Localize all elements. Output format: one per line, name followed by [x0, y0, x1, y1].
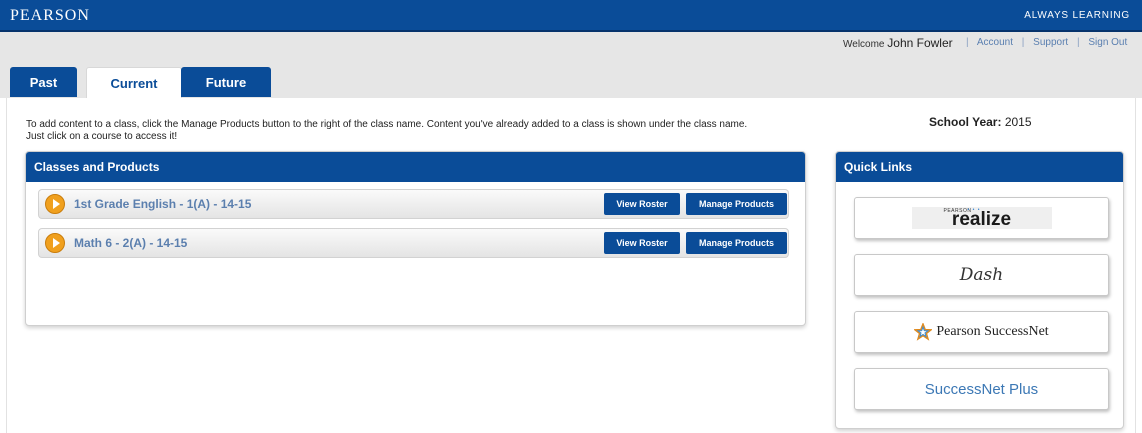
pearson-logo[interactable]: PEARSON	[10, 7, 90, 25]
successnet-star-icon	[914, 323, 933, 341]
classes-panel: Classes and Products 1st Grade English -…	[25, 151, 806, 326]
dash-wordmark: Dash	[959, 265, 1004, 285]
successnet-plus-wordmark: SuccessNet Plus	[924, 380, 1039, 398]
tab-past[interactable]: Past	[10, 67, 77, 97]
successnet-wordmark: Pearson SuccessNet	[936, 324, 1049, 339]
welcome-message: Welcome John Fowler	[843, 36, 953, 50]
view-roster-button[interactable]: View Roster	[604, 193, 680, 215]
class-name[interactable]: 1st Grade English - 1(A) - 14-15	[74, 197, 251, 211]
instructions-line-1: To add content to a class, click the Man…	[26, 119, 748, 130]
play-icon[interactable]	[45, 233, 65, 253]
dash-link-button[interactable]: Dash	[854, 254, 1109, 296]
realize-link-button[interactable]: PEARSON • • • realize	[854, 197, 1109, 239]
quick-links-panel: Quick Links PEARSON • • • realize Dash P…	[835, 151, 1124, 429]
divider: |	[966, 37, 969, 48]
top-header: PEARSON ALWAYS LEARNING	[0, 0, 1142, 32]
play-icon[interactable]	[45, 194, 65, 214]
user-name: John Fowler	[887, 36, 953, 50]
school-year-label: School Year:	[929, 115, 1002, 129]
quick-links-title: Quick Links	[836, 152, 1123, 182]
sign-out-link[interactable]: Sign Out	[1088, 37, 1127, 48]
view-roster-button[interactable]: View Roster	[604, 232, 680, 254]
class-name[interactable]: Math 6 - 2(A) - 14-15	[74, 236, 187, 250]
tagline: ALWAYS LEARNING	[1024, 10, 1130, 21]
class-row[interactable]: Math 6 - 2(A) - 14-15 View Roster Manage…	[38, 228, 789, 258]
divider: |	[1021, 37, 1025, 48]
classes-panel-title: Classes and Products	[26, 152, 805, 182]
instructions: To add content to a class, click the Man…	[26, 119, 816, 143]
instructions-line-2: Just click on a course to access it!	[26, 131, 178, 142]
account-links: | Account | Support | Sign Out	[960, 37, 1127, 48]
manage-products-button[interactable]: Manage Products	[686, 232, 787, 254]
realize-logo: PEARSON • • • realize	[911, 207, 1052, 230]
divider: |	[1076, 37, 1080, 48]
manage-products-button[interactable]: Manage Products	[686, 193, 787, 215]
school-year-value: 2015	[1004, 115, 1032, 129]
tab-future[interactable]: Future	[181, 67, 271, 97]
support-link[interactable]: Support	[1033, 37, 1068, 48]
class-row[interactable]: 1st Grade English - 1(A) - 14-15 View Ro…	[38, 189, 789, 219]
school-year: School Year: 2015	[929, 115, 1032, 129]
tab-current[interactable]: Current	[86, 67, 182, 98]
account-link[interactable]: Account	[977, 37, 1013, 48]
realize-dots-icon: • • •	[967, 207, 981, 213]
successnet-link-button[interactable]: Pearson SuccessNet	[854, 311, 1109, 353]
welcome-label: Welcome	[843, 39, 885, 50]
successnet-plus-link-button[interactable]: SuccessNet Plus	[854, 368, 1109, 410]
